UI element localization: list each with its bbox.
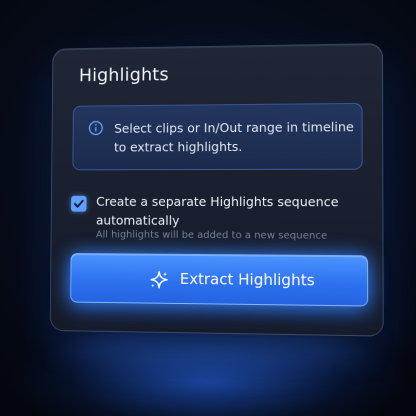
separate-sequence-label: Create a separate Highlights sequence au…	[95, 193, 339, 228]
info-callout: Select clips or In/Out range in timeline…	[72, 102, 363, 171]
extract-highlights-button[interactable]: Extract Highlights	[70, 253, 369, 307]
stage-background: Highlights Select clips or In/Out range …	[0, 0, 416, 416]
checkmark-icon	[73, 198, 85, 210]
sparkle-icon	[151, 271, 169, 290]
panel-title: Highlights	[78, 64, 169, 87]
info-icon	[88, 120, 104, 136]
separate-sequence-checkbox[interactable]	[71, 195, 87, 212]
separate-sequence-hint: All highlights will be added to a new se…	[95, 229, 328, 242]
highlights-panel: Highlights Select clips or In/Out range …	[49, 43, 384, 337]
extract-highlights-label: Extract Highlights	[179, 269, 315, 290]
info-text: Select clips or In/Out range in timeline…	[114, 119, 354, 155]
separate-sequence-option[interactable]: Create a separate Highlights sequence au…	[71, 192, 365, 249]
